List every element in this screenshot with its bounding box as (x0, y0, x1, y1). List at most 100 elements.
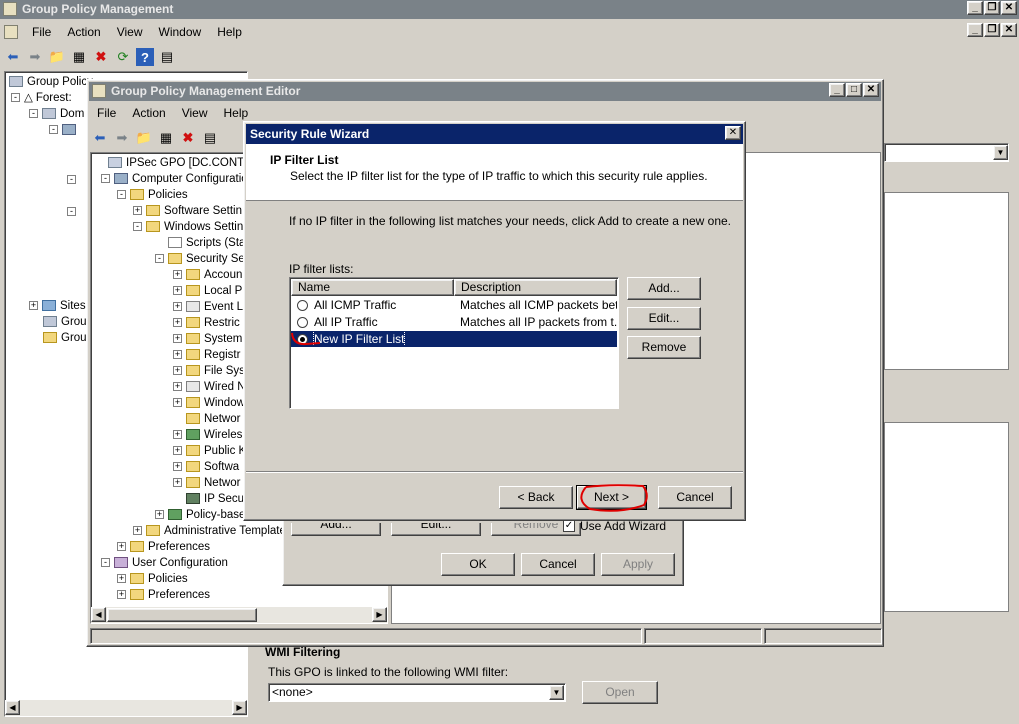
editor-tree-item[interactable]: + System (173, 331, 242, 347)
gpm-tree-hscroll[interactable]: ◀ ▶ (5, 700, 247, 716)
editor-menu-help[interactable]: Help (216, 106, 257, 120)
scroll-left-icon[interactable]: ◀ (91, 607, 106, 622)
editor-menu-view[interactable]: View (174, 106, 216, 120)
editor-tree-item[interactable]: + Administrative Template (133, 523, 286, 539)
gpm-child-restore-button[interactable]: ❐ (984, 23, 1000, 37)
gpm-restore-button[interactable]: ❐ (984, 1, 1000, 15)
gpm-tree-item[interactable]: Grou (43, 330, 87, 346)
properties-icon[interactable]: ▤ (158, 48, 176, 66)
editor-tree-item[interactable]: - Windows Settin (133, 219, 243, 235)
editor-tree-item[interactable]: Networ (173, 411, 240, 427)
filter-list-row[interactable]: All IP Traffic Matches all IP packets fro… (291, 314, 617, 330)
props-ok-button[interactable]: OK (441, 553, 515, 576)
editor-tree-item[interactable]: + Public K (173, 443, 246, 459)
editor-tree-item[interactable]: + Wireles (173, 427, 242, 443)
gpm-tree-item[interactable]: - △ Forest: (11, 90, 72, 106)
expand-toggle-icon[interactable]: + (173, 366, 182, 376)
expand-toggle-icon[interactable]: + (173, 302, 182, 312)
expand-toggle-icon[interactable]: + (133, 526, 142, 536)
checkbox-icon[interactable]: ✓ (563, 520, 575, 532)
editor-menu-action[interactable]: Action (124, 106, 173, 120)
wizard-edit-button[interactable]: Edit... (627, 307, 701, 330)
ip-filter-list[interactable]: Name Description All ICMP Traffic Matches… (289, 277, 619, 409)
editor-menu-file[interactable]: File (89, 106, 124, 120)
gpm-close-button[interactable]: ✕ (1001, 1, 1017, 15)
editor-tree-item[interactable]: + Preferences (117, 587, 210, 603)
gpm-menu-action[interactable]: Action (59, 25, 108, 39)
wizard-cancel-button[interactable]: Cancel (658, 486, 732, 509)
scroll-thumb[interactable] (107, 608, 257, 622)
gpm-tree-item[interactable]: - (49, 122, 80, 138)
editor-tree-item[interactable]: + Registr (173, 347, 240, 363)
gpm-tree-item[interactable]: Group Policy (9, 74, 93, 90)
gpm-tree-item[interactable]: + Sites (29, 298, 86, 314)
gpm-menu-file[interactable]: File (24, 25, 59, 39)
expand-toggle-icon[interactable]: + (173, 382, 182, 392)
gpm-child-minimize-button[interactable]: _ (967, 23, 983, 37)
wmi-filter-select[interactable]: <none> ▼ (268, 683, 566, 702)
editor-close-button[interactable]: ✕ (863, 83, 879, 97)
expand-toggle-icon[interactable]: + (173, 350, 182, 360)
radio-button[interactable] (297, 334, 308, 346)
back-arrow-icon[interactable]: ⬅ (91, 129, 109, 147)
editor-tree-item[interactable]: + Preferences (117, 539, 210, 555)
up-folder-icon[interactable]: 📁 (135, 129, 153, 147)
expand-toggle-icon[interactable]: + (117, 574, 126, 584)
expand-toggle-icon[interactable]: - (101, 558, 110, 568)
gpm-tree-item[interactable]: - Dom (29, 106, 84, 122)
expand-toggle-icon[interactable]: + (173, 398, 182, 408)
close-icon[interactable]: ✕ (729, 127, 737, 138)
column-header-name[interactable]: Name (291, 279, 454, 296)
show-hide-tree-icon[interactable]: ▦ (157, 129, 175, 147)
wmi-open-button[interactable]: Open (582, 681, 658, 704)
expand-toggle-icon[interactable]: + (173, 446, 182, 456)
expand-toggle-icon[interactable]: + (173, 430, 182, 440)
radio-button[interactable] (297, 317, 308, 329)
gpm-menu-view[interactable]: View (109, 25, 151, 39)
gpm-menu-help[interactable]: Help (209, 25, 250, 39)
show-hide-tree-icon[interactable]: ▦ (70, 48, 88, 66)
radio-button[interactable] (297, 300, 308, 312)
props-apply-button[interactable]: Apply (601, 553, 675, 576)
chevron-down-icon[interactable]: ▼ (993, 145, 1008, 160)
use-add-wizard-checkbox[interactable]: ✓ Use Add Wizard (563, 519, 666, 533)
gpm-tree-item[interactable]: Grou (43, 314, 87, 330)
expand-toggle-icon[interactable]: - (117, 190, 126, 200)
expand-toggle-icon[interactable]: + (173, 286, 182, 296)
expand-toggle-icon[interactable]: - (155, 254, 164, 264)
gpm-tree-item[interactable]: - (67, 172, 80, 188)
filter-list-row[interactable]: All ICMP Traffic Matches all ICMP packets… (291, 297, 617, 313)
column-header-description[interactable]: Description (454, 279, 617, 296)
help-icon[interactable]: ? (136, 48, 154, 66)
back-arrow-icon[interactable]: ⬅ (4, 48, 22, 66)
editor-tree-item[interactable]: - Computer Configuration (101, 171, 254, 187)
up-folder-icon[interactable]: 📁 (48, 48, 66, 66)
gpm-child-close-button[interactable]: ✕ (1001, 23, 1017, 37)
properties-icon[interactable]: ▤ (201, 129, 219, 147)
filter-list-row[interactable]: New IP Filter List (291, 331, 617, 347)
wizard-next-button[interactable]: Next > (576, 485, 647, 510)
editor-tree-item[interactable]: + Software Settin (133, 203, 242, 219)
expand-toggle-icon[interactable]: + (133, 206, 142, 216)
scroll-left-icon[interactable]: ◀ (5, 700, 20, 715)
gpm-menu-window[interactable]: Window (151, 25, 210, 39)
wizard-remove-button[interactable]: Remove (627, 336, 701, 359)
chevron-down-icon[interactable]: ▼ (549, 685, 564, 700)
editor-tree-item[interactable]: + Softwa (173, 459, 239, 475)
gpm-right-vscroll[interactable] (232, 700, 248, 716)
scroll-right-icon[interactable]: ▶ (372, 607, 387, 622)
editor-minimize-button[interactable]: _ (829, 83, 845, 97)
editor-tree-item[interactable]: + Event L (173, 299, 243, 315)
expand-toggle-icon[interactable]: - (101, 174, 110, 184)
editor-tree-item[interactable]: - User Configuration (101, 555, 228, 571)
gpm-links-combo[interactable]: ▼ (884, 143, 1009, 162)
editor-tree-item[interactable]: + Wired N (173, 379, 246, 395)
expand-toggle-icon[interactable]: + (173, 334, 182, 344)
expand-toggle-icon[interactable]: + (117, 590, 126, 600)
props-cancel-button[interactable]: Cancel (521, 553, 595, 576)
wizard-back-button[interactable]: < Back (499, 486, 573, 509)
refresh-icon[interactable]: ⟳ (114, 48, 132, 66)
editor-tree-item[interactable]: + Restric (173, 315, 240, 331)
editor-tree-item[interactable]: + Window (173, 395, 245, 411)
editor-tree-hscroll[interactable]: ◀ ▶ (91, 607, 387, 623)
